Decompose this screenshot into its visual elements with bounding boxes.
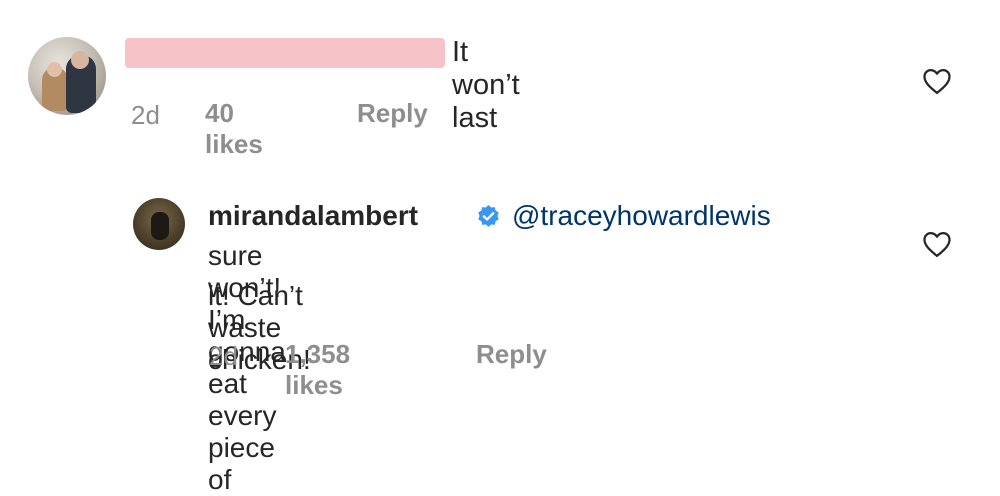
- redacted-username: [125, 38, 445, 68]
- likes-count[interactable]: 1,358 likes: [285, 339, 350, 401]
- heart-outline-icon[interactable]: [922, 67, 952, 95]
- comment-time: 2d: [209, 341, 238, 371]
- avatar[interactable]: [28, 37, 106, 115]
- comment-time: 2d: [131, 100, 160, 130]
- comment-text: It won’t last: [452, 36, 520, 134]
- reply-button[interactable]: Reply: [476, 339, 547, 370]
- mention-link[interactable]: @traceyhowardlewis: [512, 200, 771, 232]
- likes-count[interactable]: 40 likes: [205, 98, 263, 160]
- heart-outline-icon[interactable]: [922, 230, 952, 258]
- avatar-face-left: [47, 62, 62, 77]
- avatar-face-right: [71, 51, 89, 69]
- username[interactable]: mirandalambert: [208, 200, 418, 232]
- reply-button[interactable]: Reply: [357, 98, 428, 129]
- avatar-figure: [151, 212, 169, 240]
- verified-badge-icon: [478, 205, 499, 227]
- avatar[interactable]: [133, 198, 185, 250]
